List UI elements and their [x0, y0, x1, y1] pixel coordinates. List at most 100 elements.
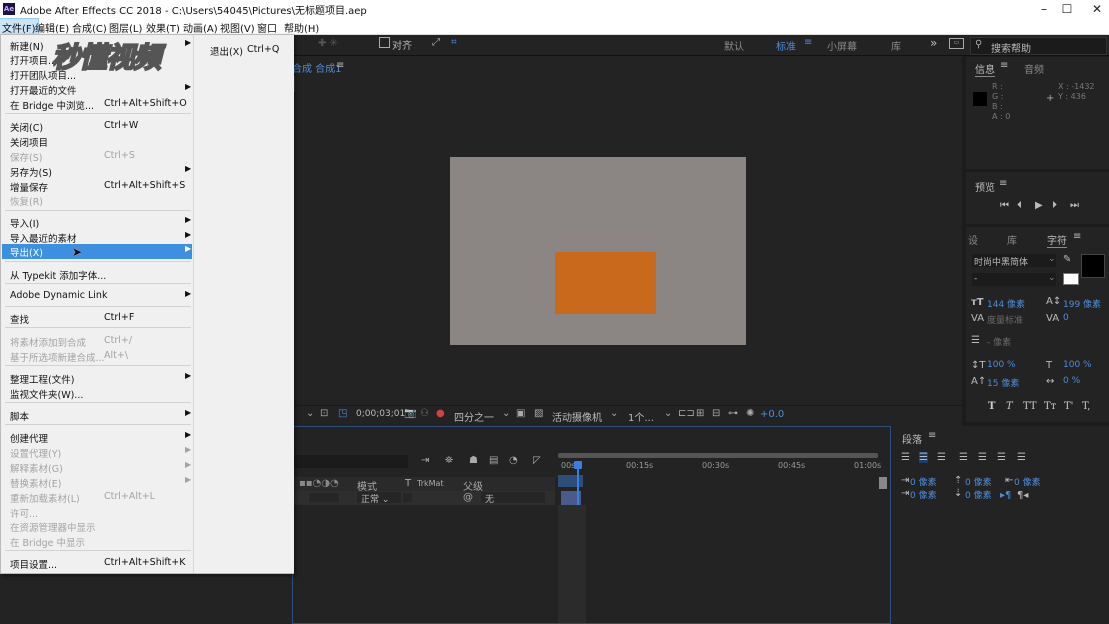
- align-right-icon[interactable]: ☰: [937, 452, 946, 463]
- justify-right-icon[interactable]: ☰: [997, 452, 1006, 463]
- flowchart-icon[interactable]: ⊶: [728, 408, 738, 419]
- menu-item[interactable]: 在 Bridge 中浏览... Ctrl+Alt+Shift+O: [2, 97, 192, 112]
- motion-blur-icon[interactable]: ◔: [509, 455, 518, 466]
- indent-right-value[interactable]: 0 像素: [1014, 475, 1041, 488]
- previous-frame-icon[interactable]: ⏴: [1017, 200, 1022, 211]
- work-area-bar[interactable]: [558, 453, 878, 458]
- vertical-scale-value[interactable]: 100 %: [987, 360, 1016, 370]
- shy-layers-icon[interactable]: ☗: [469, 455, 478, 466]
- layer-search-input[interactable]: [293, 455, 408, 468]
- transparency-grid-icon[interactable]: ◳: [338, 408, 347, 419]
- space-after-value[interactable]: 0 像素: [965, 488, 992, 501]
- justify-center-icon[interactable]: ☰: [978, 452, 987, 463]
- character-menu-icon[interactable]: ≡: [1073, 231, 1081, 242]
- first-frame-icon[interactable]: ⏮: [1000, 200, 1009, 211]
- dropdown-chevron-icon[interactable]: ⌄: [306, 408, 314, 419]
- menu-item[interactable]: 导入(I) ▶: [2, 215, 192, 230]
- tab-libraries[interactable]: 库: [1007, 232, 1017, 247]
- menu-item[interactable]: Adobe Dynamic Link ▶: [2, 289, 192, 304]
- eyedropper-icon[interactable]: ✎: [1063, 254, 1071, 265]
- indent-left-value[interactable]: 0 像素: [910, 475, 937, 488]
- subscript-button[interactable]: T,: [1082, 401, 1090, 412]
- info-menu-icon[interactable]: ≡: [1000, 60, 1008, 71]
- menu-item[interactable]: 从 Typekit 添加字体...: [2, 267, 192, 282]
- tracking-value[interactable]: 0: [1063, 313, 1069, 323]
- preserve-transparency-checkbox[interactable]: [403, 493, 412, 502]
- camera-dropdown[interactable]: 活动摄像机: [552, 409, 602, 424]
- font-family-dropdown[interactable]: 时尚中黑简体 ⌄: [972, 254, 1056, 268]
- color-channel-icon[interactable]: ●: [436, 408, 445, 419]
- tab-info[interactable]: 信息: [975, 61, 995, 77]
- composition-canvas[interactable]: [450, 157, 746, 345]
- snap-options-icon[interactable]: ⤢: [432, 37, 440, 48]
- preview-menu-icon[interactable]: ≡: [999, 178, 1007, 189]
- current-timecode[interactable]: 0;00;03;01: [356, 409, 405, 419]
- snapshot-camera-icon[interactable]: 📷: [404, 408, 416, 419]
- horizontal-scale-value[interactable]: 100 %: [1063, 360, 1092, 370]
- workspace-menu-icon[interactable]: ≡: [804, 37, 812, 48]
- playhead-handle[interactable]: [574, 461, 582, 469]
- roi-icon[interactable]: ▣: [516, 408, 525, 419]
- menu-item[interactable]: 关闭(C) Ctrl+W: [2, 119, 192, 134]
- menu-item[interactable]: 关闭项目: [2, 134, 192, 149]
- transparency-icon[interactable]: ▨: [534, 408, 543, 419]
- resolution-dropdown[interactable]: 四分之一: [454, 409, 494, 424]
- play-icon[interactable]: ▶: [1035, 200, 1043, 211]
- draft-3d-icon[interactable]: ⛯: [445, 455, 453, 466]
- comp-mini-flowchart-icon[interactable]: ⇥: [421, 455, 429, 466]
- menu-item[interactable]: 监视文件夹(W)...: [2, 386, 192, 401]
- views-dropdown[interactable]: 1个...: [628, 409, 654, 424]
- font-size-value[interactable]: 144 像素: [987, 297, 1025, 310]
- next-frame-icon[interactable]: ⏵: [1052, 200, 1057, 211]
- menu-item[interactable]: 脚本 ▶: [2, 408, 192, 423]
- menu-item[interactable]: 导入最近的素材 ▶: [2, 230, 192, 245]
- fill-color-swatch[interactable]: [1081, 254, 1105, 278]
- comp-tab[interactable]: 合成 合成1: [292, 60, 342, 75]
- justify-left-icon[interactable]: ☰: [959, 452, 968, 463]
- toggle-pixel-aspect-icon[interactable]: ⊏⊐: [678, 408, 695, 419]
- workspace-libraries[interactable]: 库: [891, 38, 901, 53]
- tab-character[interactable]: 字符: [1047, 232, 1067, 248]
- ltr-direction-icon[interactable]: ▸¶: [1000, 490, 1011, 501]
- menu-item[interactable]: 打开最近的文件 ▶: [2, 82, 192, 97]
- region-icon[interactable]: ⊡: [320, 408, 328, 419]
- fast-preview-icon[interactable]: ⊞: [696, 408, 704, 419]
- space-before-value[interactable]: 0 像素: [965, 475, 992, 488]
- menu-item[interactable]: 查找 Ctrl+F: [2, 311, 192, 326]
- last-frame-icon[interactable]: ⏭: [1070, 200, 1079, 211]
- frame-blending-icon[interactable]: ▤: [489, 455, 498, 466]
- parent-dropdown[interactable]: 无: [481, 492, 545, 505]
- justify-all-icon[interactable]: ☰: [1017, 452, 1026, 463]
- pick-whip-icon[interactable]: @: [463, 492, 473, 503]
- help-search-input[interactable]: ⚲ 搜索帮助: [970, 37, 1107, 55]
- workspace-small-screen[interactable]: 小屏幕: [827, 38, 857, 53]
- tab-settings[interactable]: 设: [968, 232, 978, 247]
- stroke-width-value[interactable]: - 像素: [987, 335, 1011, 348]
- baseline-shift-value[interactable]: 15 像素: [987, 376, 1019, 389]
- font-style-dropdown[interactable]: - ⌄: [972, 273, 1056, 286]
- close-button[interactable]: ✕: [1077, 0, 1109, 18]
- menu-item[interactable]: 创建代理 ▶: [2, 430, 192, 445]
- layer-mode-dropdown[interactable]: 正常 ⌄: [357, 492, 401, 505]
- grid-snap-icon[interactable]: ⌗: [451, 37, 457, 48]
- exit-menu-item[interactable]: 退出(X): [210, 44, 243, 58]
- table-row[interactable]: 正常 ⌄ @ 无: [293, 491, 555, 505]
- superscript-button[interactable]: T': [1064, 401, 1073, 412]
- rtl-direction-icon[interactable]: ¶◂: [1017, 490, 1028, 501]
- menu-item[interactable]: 另存为(S) ▶: [2, 164, 192, 179]
- stroke-color-swatch[interactable]: [1063, 273, 1079, 285]
- align-center-icon[interactable]: ☰: [919, 452, 928, 463]
- first-indent-value[interactable]: 0 像素: [910, 488, 937, 501]
- workspace-standard[interactable]: 标准: [776, 38, 796, 53]
- menu-item[interactable]: 增量保存 Ctrl+Alt+Shift+S: [2, 179, 192, 194]
- all-caps-button[interactable]: TT: [1023, 401, 1037, 412]
- exposure-reset-icon[interactable]: ✺: [746, 408, 754, 419]
- faux-bold-button[interactable]: T: [988, 401, 995, 412]
- layer-switches[interactable]: [309, 493, 339, 502]
- tsume-value[interactable]: 0 %: [1063, 376, 1080, 386]
- orange-shape-layer[interactable]: [555, 252, 656, 314]
- align-left-icon[interactable]: ☰: [901, 452, 910, 463]
- workspace-default[interactable]: 默认: [724, 38, 744, 53]
- leading-value[interactable]: 199 像素: [1063, 297, 1101, 310]
- timeline-icon[interactable]: ⊟: [712, 408, 720, 419]
